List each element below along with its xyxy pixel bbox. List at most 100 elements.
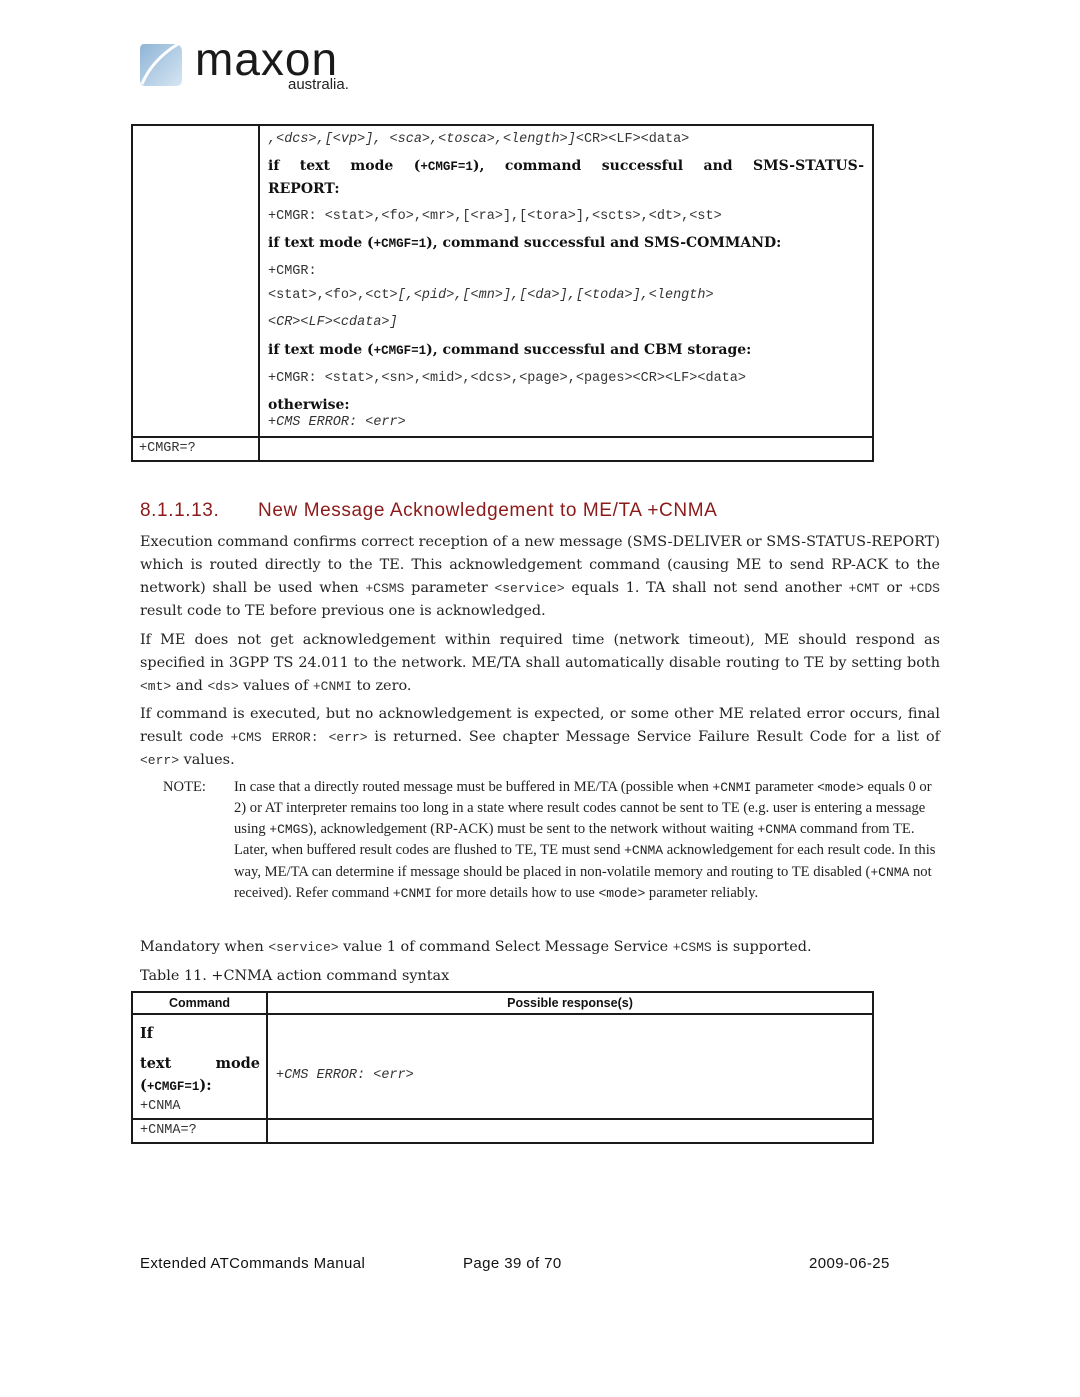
text: ), acknowledgement (RP-ACK) must be sent…	[308, 820, 758, 837]
cnma-syntax-table: Command Possible response(s) If text mode…	[131, 991, 874, 1144]
condition-cbm-storage: if text mode (+CMGF=1), command successf…	[268, 339, 864, 362]
cmd-condition-code: (+CMGF=1):	[140, 1075, 260, 1098]
response-line-command-1: +CMGR:	[268, 264, 317, 279]
code: +CNMI	[712, 780, 752, 795]
response-line-cbm: +CMGR: <stat>,<sn>,<mid>,<dcs>,<page>,<p…	[268, 371, 746, 386]
footer-page-number: Page 39 of 70	[463, 1255, 562, 1272]
column-header-responses: Possible response(s)	[266, 991, 874, 1015]
response-line-status-report: +CMGR: <stat>,<fo>,<mr>,[<ra>],[<tora>],…	[268, 209, 722, 224]
response-line-command-3: <CR><LF><cdata>]	[268, 315, 398, 330]
note-block: NOTE: In case that a directly routed mes…	[163, 777, 943, 904]
code: +CNMA	[624, 843, 664, 859]
code: +CSMS	[672, 940, 712, 955]
text: parameter	[404, 580, 495, 596]
code: <service>	[268, 940, 339, 955]
code: +CNMA	[757, 821, 797, 837]
text: If ME does not get acknowledgement withi…	[140, 632, 940, 671]
command-cell: If text mode (+CMGF=1): +CNMA	[131, 1013, 268, 1120]
cond-code: +CMGF=1	[420, 160, 473, 174]
response-text	[260, 438, 872, 442]
code: <ds>	[207, 679, 239, 694]
code: +CMGS	[269, 821, 309, 837]
command-cell	[131, 124, 260, 438]
plain-params: <CR><LF><data>	[575, 132, 690, 147]
maxon-logo: maxon australia.	[138, 33, 368, 98]
response-text	[268, 1120, 872, 1124]
cond-code: +CMGF=1	[373, 344, 427, 358]
code: +CDS	[908, 581, 940, 596]
logo-subtitle: australia.	[288, 76, 349, 93]
italic-params: ,<dcs>,[<vp>], <sca>,<tosca>,<length>]	[268, 132, 576, 147]
condition-sms-status-report-cont: REPORT:	[268, 181, 340, 197]
section-heading: 8.1.1.13. New Message Acknowledgement to …	[140, 500, 717, 522]
code: +CNMI	[312, 679, 352, 694]
command-name: +CNMA=?	[140, 1123, 197, 1138]
table-row: If text mode (+CMGF=1): +CNMA +CMS ERROR:…	[131, 1013, 874, 1120]
response-cell: +CMS ERROR: <err>	[266, 1013, 874, 1120]
text: result code to TE before previous one is…	[140, 603, 546, 619]
code: <mode>	[817, 780, 864, 795]
footer-manual-title: Extended ATCommands Manual	[140, 1255, 366, 1272]
response-cell	[258, 436, 874, 462]
response-line-error: +CMS ERROR: <err>	[268, 415, 406, 430]
text: ):	[199, 1077, 212, 1094]
text: text	[140, 1055, 172, 1072]
paragraph-mandatory: Mandatory when <service> value 1 of comm…	[140, 936, 940, 959]
cond-text: if text mode (	[268, 342, 374, 358]
command-cell: +CMGR=?	[131, 436, 260, 462]
response-text: +CMS ERROR: <err>	[276, 1067, 414, 1083]
section-number: 8.1.1.13.	[140, 500, 220, 521]
code: +CNMA	[870, 864, 910, 880]
column-header-command: Command	[131, 991, 268, 1015]
text: for more details how to use	[431, 885, 599, 902]
response-cell	[266, 1118, 874, 1144]
cond-text: ), command successful and SMS-STATUS-	[472, 158, 865, 174]
cond-text: if text mode (	[268, 158, 421, 174]
footer-date: 2009-06-25	[809, 1255, 890, 1272]
text: equals 1. TA shall not send another	[564, 580, 849, 596]
code: +CNMI	[392, 886, 432, 902]
command-text: +CMGR=?	[139, 441, 196, 456]
table-row: +CMGR=?	[131, 436, 874, 462]
code: <mt>	[140, 679, 172, 694]
code: <service>	[494, 581, 565, 596]
text: value 1 of command Select Message Servic…	[338, 939, 673, 955]
code: +CSMS	[365, 581, 405, 596]
code: +CMGF=1	[146, 1080, 200, 1094]
plain-params: <stat>,<fo>,<ct>	[268, 288, 398, 303]
text: values.	[179, 752, 235, 768]
code: +CMS ERROR: <err>	[230, 730, 368, 745]
table-header-row: Command Possible response(s)	[131, 991, 874, 1015]
response-line-command-2: <stat>,<fo>,<ct>[,<pid>,[<mn>],[<da>],[<…	[268, 287, 864, 305]
note-label: NOTE:	[163, 779, 206, 795]
cmd-condition-text-mode: text mode	[140, 1053, 260, 1075]
code: <err>	[140, 753, 180, 768]
text: (	[140, 1077, 147, 1094]
paragraph-execution: Execution command confirms correct recep…	[140, 531, 940, 623]
table-row: ,<dcs>,[<vp>], <sca>,<tosca>,<length>]<C…	[131, 124, 874, 438]
response-cell: ,<dcs>,[<vp>], <sca>,<tosca>,<length>]<C…	[258, 124, 874, 438]
table-row: +CNMA=?	[131, 1118, 874, 1144]
code: <mode>	[598, 886, 646, 902]
condition-sms-status-report: if text mode (+CMGF=1), command successf…	[268, 155, 864, 178]
text: parameter	[751, 779, 818, 795]
text: values of	[238, 678, 313, 694]
text: is returned. See chapter Message Service…	[367, 729, 940, 745]
code: +CMT	[848, 581, 880, 596]
text: In case that a directly routed message m…	[234, 779, 713, 795]
condition-sms-command: if text mode (+CMGF=1), command successf…	[268, 232, 864, 255]
cond-text: ), command successful and CBM storage:	[426, 342, 752, 358]
paragraph-error: If command is executed, but no acknowled…	[140, 703, 940, 772]
table-caption: Table 11. +CNMA action command syntax	[140, 968, 450, 984]
text: is supported.	[711, 939, 812, 955]
condition-otherwise: otherwise:	[268, 397, 350, 413]
command-name: +CNMA	[140, 1099, 181, 1114]
text: parameter reliably.	[645, 885, 759, 902]
paragraph-timeout: If ME does not get acknowledgement withi…	[140, 629, 940, 698]
cmgr-syntax-table: ,<dcs>,[<vp>], <sca>,<tosca>,<length>]<C…	[131, 124, 874, 462]
text: to zero.	[351, 678, 412, 694]
maxon-leaf-icon	[140, 42, 182, 86]
text: Mandatory when	[140, 939, 269, 955]
cmd-condition-if: If	[140, 1025, 154, 1042]
cond-code: +CMGF=1	[373, 237, 427, 251]
